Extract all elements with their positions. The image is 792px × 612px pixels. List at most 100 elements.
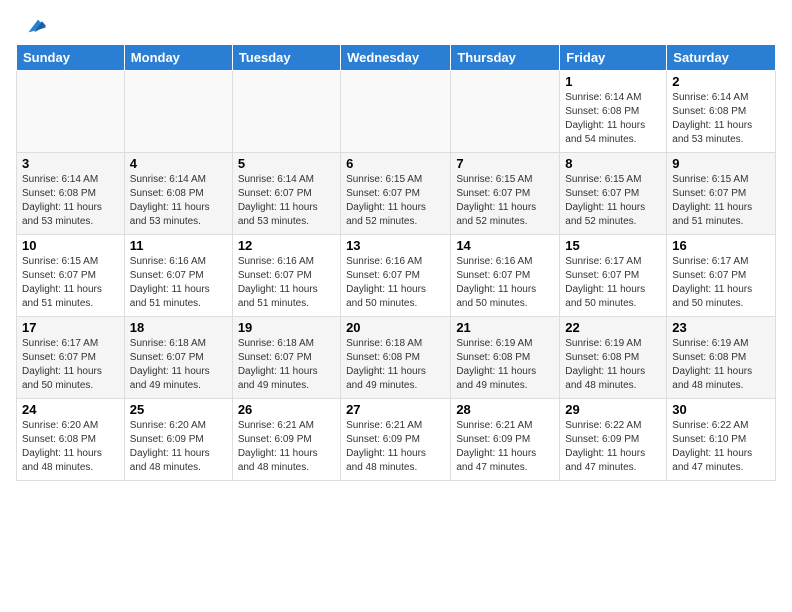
day-info: Sunrise: 6:16 AM Sunset: 6:07 PM Dayligh… (130, 255, 227, 311)
day-info: Sunrise: 6:15 AM Sunset: 6:07 PM Dayligh… (672, 173, 770, 229)
day-cell: 27 Sunrise: 6:21 AM Sunset: 6:09 PM Dayli… (341, 399, 451, 481)
day-number: 15 (565, 238, 661, 253)
day-number: 16 (672, 238, 770, 253)
day-info: Sunrise: 6:21 AM Sunset: 6:09 PM Dayligh… (238, 419, 335, 475)
day-cell (232, 71, 340, 153)
day-info: Sunrise: 6:19 AM Sunset: 6:08 PM Dayligh… (456, 337, 554, 393)
day-number: 2 (672, 74, 770, 89)
day-cell: 25Sunrise: 6:20 AM Sunset: 6:09 PM Dayli… (124, 399, 232, 481)
day-number: 9 (672, 156, 770, 171)
day-cell (17, 71, 125, 153)
calendar-header: SundayMondayTuesdayWednesdayThursdayFrid… (17, 45, 776, 71)
day-cell: 10 Sunrise: 6:15 AM Sunset: 6:07 PM Dayli… (17, 235, 125, 317)
week-row-1: 1Sunrise: 6:14 AM Sunset: 6:08 PM Daylig… (17, 71, 776, 153)
day-cell: 4Sunrise: 6:14 AM Sunset: 6:08 PM Daylig… (124, 153, 232, 235)
day-cell: 22 Sunrise: 6:19 AM Sunset: 6:08 PM Dayli… (560, 317, 667, 399)
day-number: 29 (565, 402, 661, 417)
day-info: Sunrise: 6:14 AM Sunset: 6:07 PM Dayligh… (238, 173, 335, 229)
day-number: 22 (565, 320, 661, 335)
day-number: 26 (238, 402, 335, 417)
day-cell: 9 Sunrise: 6:15 AM Sunset: 6:07 PM Daylig… (667, 153, 776, 235)
day-cell: 18 Sunrise: 6:18 AM Sunset: 6:07 PM Dayli… (124, 317, 232, 399)
day-cell: 1Sunrise: 6:14 AM Sunset: 6:08 PM Daylig… (560, 71, 667, 153)
day-info: Sunrise: 6:18 AM Sunset: 6:08 PM Dayligh… (346, 337, 445, 393)
day-cell (341, 71, 451, 153)
day-info: Sunrise: 6:14 AM Sunset: 6:08 PM Dayligh… (565, 91, 661, 147)
day-number: 28 (456, 402, 554, 417)
header-cell-wednesday: Wednesday (341, 45, 451, 71)
day-cell: 13 Sunrise: 6:16 AM Sunset: 6:07 PM Dayli… (341, 235, 451, 317)
day-cell: 12 Sunrise: 6:16 AM Sunset: 6:07 PM Dayli… (232, 235, 340, 317)
day-info: Sunrise: 6:15 AM Sunset: 6:07 PM Dayligh… (565, 173, 661, 229)
day-info: Sunrise: 6:15 AM Sunset: 6:07 PM Dayligh… (346, 173, 445, 229)
logo-icon (22, 16, 46, 36)
week-row-4: 17 Sunrise: 6:17 AM Sunset: 6:07 PM Dayli… (17, 317, 776, 399)
day-number: 20 (346, 320, 445, 335)
header-cell-tuesday: Tuesday (232, 45, 340, 71)
day-info: Sunrise: 6:21 AM Sunset: 6:09 PM Dayligh… (456, 419, 554, 475)
day-cell: 20 Sunrise: 6:18 AM Sunset: 6:08 PM Dayli… (341, 317, 451, 399)
day-cell: 16 Sunrise: 6:17 AM Sunset: 6:07 PM Dayli… (667, 235, 776, 317)
day-info: Sunrise: 6:17 AM Sunset: 6:07 PM Dayligh… (672, 255, 770, 311)
day-cell (124, 71, 232, 153)
day-number: 19 (238, 320, 335, 335)
day-number: 30 (672, 402, 770, 417)
day-cell: 11 Sunrise: 6:16 AM Sunset: 6:07 PM Dayli… (124, 235, 232, 317)
day-number: 18 (130, 320, 227, 335)
day-info: Sunrise: 6:20 AM Sunset: 6:08 PM Dayligh… (22, 419, 119, 475)
week-row-5: 24 Sunrise: 6:20 AM Sunset: 6:08 PM Dayli… (17, 399, 776, 481)
day-number: 8 (565, 156, 661, 171)
day-info: Sunrise: 6:16 AM Sunset: 6:07 PM Dayligh… (346, 255, 445, 311)
day-cell: 6Sunrise: 6:15 AM Sunset: 6:07 PM Daylig… (341, 153, 451, 235)
day-number: 24 (22, 402, 119, 417)
day-cell: 19 Sunrise: 6:18 AM Sunset: 6:07 PM Dayli… (232, 317, 340, 399)
day-number: 3 (22, 156, 119, 171)
week-row-2: 3 Sunrise: 6:14 AM Sunset: 6:08 PM Daylig… (17, 153, 776, 235)
day-info: Sunrise: 6:17 AM Sunset: 6:07 PM Dayligh… (565, 255, 661, 311)
day-number: 27 (346, 402, 445, 417)
day-cell: 3 Sunrise: 6:14 AM Sunset: 6:08 PM Daylig… (17, 153, 125, 235)
day-info: Sunrise: 6:14 AM Sunset: 6:08 PM Dayligh… (672, 91, 770, 147)
day-number: 17 (22, 320, 119, 335)
day-number: 11 (130, 238, 227, 253)
day-info: Sunrise: 6:21 AM Sunset: 6:09 PM Dayligh… (346, 419, 445, 475)
day-info: Sunrise: 6:16 AM Sunset: 6:07 PM Dayligh… (238, 255, 335, 311)
day-cell: 15 Sunrise: 6:17 AM Sunset: 6:07 PM Dayli… (560, 235, 667, 317)
day-cell: 23Sunrise: 6:19 AM Sunset: 6:08 PM Dayli… (667, 317, 776, 399)
day-info: Sunrise: 6:19 AM Sunset: 6:08 PM Dayligh… (672, 337, 770, 393)
day-number: 25 (130, 402, 227, 417)
header-cell-saturday: Saturday (667, 45, 776, 71)
day-cell: 7 Sunrise: 6:15 AM Sunset: 6:07 PM Daylig… (451, 153, 560, 235)
header-cell-friday: Friday (560, 45, 667, 71)
day-info: Sunrise: 6:19 AM Sunset: 6:08 PM Dayligh… (565, 337, 661, 393)
day-number: 12 (238, 238, 335, 253)
day-cell: 21 Sunrise: 6:19 AM Sunset: 6:08 PM Dayli… (451, 317, 560, 399)
day-cell: 26 Sunrise: 6:21 AM Sunset: 6:09 PM Dayli… (232, 399, 340, 481)
day-info: Sunrise: 6:18 AM Sunset: 6:07 PM Dayligh… (238, 337, 335, 393)
day-cell: 28 Sunrise: 6:21 AM Sunset: 6:09 PM Dayli… (451, 399, 560, 481)
day-number: 13 (346, 238, 445, 253)
day-info: Sunrise: 6:15 AM Sunset: 6:07 PM Dayligh… (22, 255, 119, 311)
day-number: 21 (456, 320, 554, 335)
day-info: Sunrise: 6:14 AM Sunset: 6:08 PM Dayligh… (22, 173, 119, 229)
day-cell: 29 Sunrise: 6:22 AM Sunset: 6:09 PM Dayli… (560, 399, 667, 481)
header-cell-sunday: Sunday (17, 45, 125, 71)
day-number: 10 (22, 238, 119, 253)
day-info: Sunrise: 6:22 AM Sunset: 6:09 PM Dayligh… (565, 419, 661, 475)
day-info: Sunrise: 6:18 AM Sunset: 6:07 PM Dayligh… (130, 337, 227, 393)
calendar-table: SundayMondayTuesdayWednesdayThursdayFrid… (16, 44, 776, 481)
day-info: Sunrise: 6:15 AM Sunset: 6:07 PM Dayligh… (456, 173, 554, 229)
day-info: Sunrise: 6:14 AM Sunset: 6:08 PM Dayligh… (130, 173, 227, 229)
day-number: 7 (456, 156, 554, 171)
day-cell: 14Sunrise: 6:16 AM Sunset: 6:07 PM Dayli… (451, 235, 560, 317)
day-cell: 2 Sunrise: 6:14 AM Sunset: 6:08 PM Daylig… (667, 71, 776, 153)
header-cell-thursday: Thursday (451, 45, 560, 71)
day-number: 5 (238, 156, 335, 171)
day-cell: 24 Sunrise: 6:20 AM Sunset: 6:08 PM Dayli… (17, 399, 125, 481)
calendar-body: 1Sunrise: 6:14 AM Sunset: 6:08 PM Daylig… (17, 71, 776, 481)
day-cell: 30Sunrise: 6:22 AM Sunset: 6:10 PM Dayli… (667, 399, 776, 481)
day-info: Sunrise: 6:17 AM Sunset: 6:07 PM Dayligh… (22, 337, 119, 393)
day-cell: 17 Sunrise: 6:17 AM Sunset: 6:07 PM Dayli… (17, 317, 125, 399)
week-row-3: 10 Sunrise: 6:15 AM Sunset: 6:07 PM Dayli… (17, 235, 776, 317)
day-cell: 8 Sunrise: 6:15 AM Sunset: 6:07 PM Daylig… (560, 153, 667, 235)
